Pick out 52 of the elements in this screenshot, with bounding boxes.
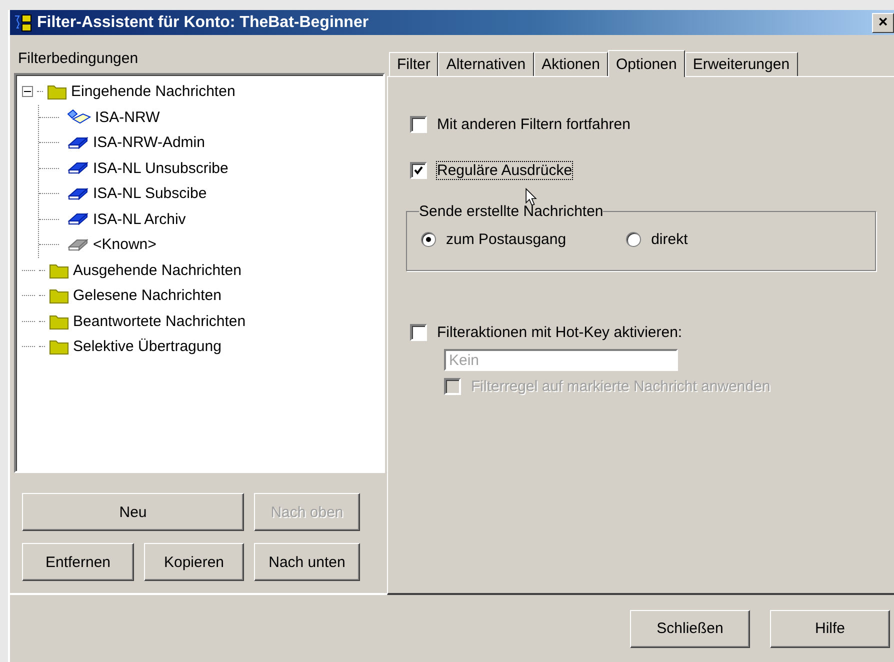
checkbox[interactable]	[410, 324, 427, 340]
action-button[interactable]: Entfernen	[22, 543, 134, 581]
mouse-pointer-icon	[524, 188, 538, 206]
folder-icon	[49, 338, 69, 356]
book-icon	[67, 186, 89, 201]
checkbox-label: Filteraktionen mit Hot-Key aktivieren:	[437, 324, 682, 340]
tree-item[interactable]: ISA-NL Unsubscribe	[93, 160, 228, 177]
filter-app-icon	[14, 14, 32, 32]
folder-icon	[49, 287, 69, 304]
tab[interactable]: Optionen	[608, 50, 685, 77]
checkbox[interactable]	[410, 162, 427, 178]
tree-item[interactable]: <Known>	[93, 236, 156, 254]
folder-icon	[47, 83, 67, 100]
book-icon	[67, 136, 89, 150]
radio-label: direkt	[651, 230, 688, 248]
dialog-button[interactable]: Hilfe	[770, 610, 890, 648]
tab[interactable]: Filter	[389, 52, 438, 76]
tab[interactable]: Alternativen	[438, 52, 534, 76]
collapse-toggle[interactable]	[22, 86, 33, 98]
section-label: Filterbedingungen	[17, 49, 140, 69]
book-icon	[67, 238, 89, 252]
book-icon	[67, 212, 89, 226]
book-icon	[67, 109, 91, 126]
action-button[interactable]: Nach unten	[254, 543, 360, 581]
tree-item[interactable]: Beantwortete Nachrichten	[73, 312, 246, 330]
folder-icon	[49, 312, 69, 330]
action-button[interactable]: Neu	[22, 493, 244, 531]
tree-item[interactable]: ISA-NRW-Admin	[93, 134, 205, 152]
check-icon	[414, 166, 423, 174]
checkbox-label: Mit anderen Filtern fortfahren	[437, 116, 630, 132]
radio-dot-icon	[426, 236, 431, 242]
tab[interactable]: Aktionen	[534, 52, 608, 76]
tree-item[interactable]: Gelesene Nachrichten	[73, 287, 222, 304]
book-icon	[67, 161, 89, 176]
tree-item[interactable]: ISA-NRW	[95, 108, 160, 126]
radio-label: zum Postausgang	[446, 230, 566, 248]
tree-item[interactable]: Ausgehende Nachrichten	[73, 262, 242, 279]
checkbox-label: Reguläre Ausdrücke	[437, 162, 572, 178]
tree-item[interactable]: Eingehende Nachrichten	[71, 83, 236, 100]
dialog-button[interactable]: Schließen	[630, 610, 750, 648]
tree-item[interactable]: ISA-NL Archiv	[93, 210, 186, 228]
tree-item[interactable]: Selektive Übertragung	[73, 338, 222, 356]
group-label: Sende erstellte Nachrichten	[419, 203, 604, 220]
radio-button[interactable]	[421, 232, 436, 246]
radio-button[interactable]	[626, 232, 642, 246]
checkbox[interactable]	[410, 116, 427, 132]
tab[interactable]: Erweiterungen	[684, 52, 798, 76]
folder-icon	[49, 262, 69, 279]
tree-item[interactable]: ISA-NL Subscibe	[93, 185, 207, 202]
window-title: Filter-Assistent für Konto: TheBat-Beginner	[37, 14, 370, 32]
close-button[interactable]: ×	[872, 12, 894, 32]
action-button[interactable]: Kopieren	[144, 543, 244, 581]
